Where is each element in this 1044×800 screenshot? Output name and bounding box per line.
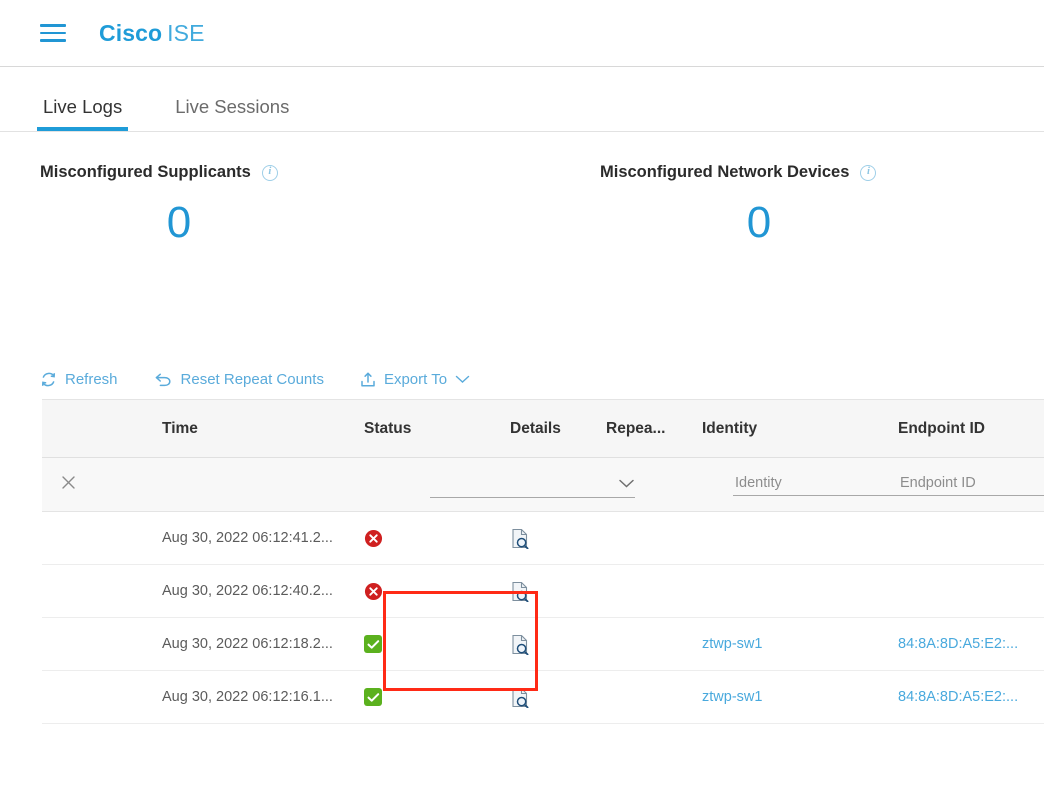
table-header-row: Time Status Details Repea... Identity En…	[42, 400, 1044, 458]
dashlet-title-text: Misconfigured Network Devices	[600, 163, 850, 181]
cell-details	[494, 528, 606, 549]
cell-identity[interactable]: ztwp-sw1	[702, 689, 898, 705]
export-to-button[interactable]: Export To	[360, 371, 478, 388]
undo-arrow-icon	[154, 371, 181, 388]
hamburger-bar	[40, 31, 66, 35]
identity-filter-input[interactable]	[733, 474, 898, 496]
column-header-details[interactable]: Details	[494, 420, 606, 438]
cell-time: Aug 30, 2022 06:12:18.2...	[162, 636, 333, 652]
dashlet-misconfigured-supplicants: Misconfigured Supplicants i 0	[0, 163, 600, 327]
refresh-label: Refresh	[65, 370, 118, 388]
details-report-icon[interactable]	[510, 581, 530, 602]
hamburger-bar	[40, 24, 66, 27]
cell-endpoint-id[interactable]: 84:8A:8D:A5:E2:...	[898, 636, 1044, 652]
app-brand-title: Cisco ISE	[99, 20, 205, 47]
details-report-icon[interactable]	[510, 634, 530, 655]
top-header-bar: Cisco ISE	[0, 0, 1044, 67]
refresh-icon	[40, 371, 65, 388]
reset-repeat-counts-label: Reset Repeat Counts	[180, 370, 324, 388]
dashlet-value: 0	[746, 198, 772, 247]
export-to-label: Export To	[383, 370, 448, 388]
filter-endpoint-cell	[898, 474, 1044, 496]
status-pass-icon	[364, 635, 382, 653]
dashlet-row: Misconfigured Supplicants i 0 Misconfigu…	[0, 132, 1044, 327]
status-fail-icon	[364, 529, 383, 548]
cell-details	[494, 634, 606, 655]
dashlet-value: 0	[166, 198, 192, 247]
details-report-icon[interactable]	[510, 528, 530, 549]
filter-status-select-wrap	[128, 472, 635, 498]
column-header-status[interactable]: Status	[342, 420, 494, 438]
status-pass-icon	[364, 688, 382, 706]
table-row[interactable]: Aug 30, 2022 06:12:18.2... ztwp-sw1 84:8…	[42, 618, 1044, 671]
cell-status	[342, 635, 494, 653]
brand-ise: ISE	[167, 19, 205, 46]
dashlet-title: Misconfigured Supplicants i	[40, 163, 600, 182]
table-row[interactable]: Aug 30, 2022 06:12:16.1... ztwp-sw1 84:8…	[42, 671, 1044, 724]
cell-status	[342, 582, 494, 601]
dashlet-title: Misconfigured Network Devices i	[600, 163, 918, 182]
column-header-endpoint-id[interactable]: Endpoint ID	[898, 420, 1044, 438]
cell-time: Aug 30, 2022 06:12:16.1...	[162, 689, 333, 705]
column-header-repeat[interactable]: Repea...	[606, 420, 702, 438]
status-fail-icon	[364, 582, 383, 601]
hamburger-menu-icon[interactable]	[40, 24, 66, 42]
table-toolbar: Refresh Reset Repeat Counts Export To	[0, 359, 1044, 399]
info-icon[interactable]: i	[261, 164, 278, 181]
endpoint-id-filter-input[interactable]	[898, 474, 1044, 496]
info-icon[interactable]: i	[860, 164, 877, 181]
brand-cisco: Cisco	[99, 19, 163, 46]
export-upload-icon	[360, 371, 384, 388]
chevron-down-icon	[455, 374, 478, 384]
chevron-down-icon	[618, 476, 635, 494]
page-root: Cisco ISE Live Logs Live Sessions Misconf…	[0, 0, 1044, 800]
tab-live-logs[interactable]: Live Logs	[36, 96, 129, 131]
hamburger-bar	[40, 39, 66, 42]
column-header-time[interactable]: Time	[102, 420, 342, 438]
refresh-button[interactable]: Refresh	[40, 371, 118, 388]
table-row[interactable]: Aug 30, 2022 06:12:40.2...	[42, 565, 1044, 618]
details-report-icon[interactable]	[510, 687, 530, 708]
cell-status	[342, 529, 494, 548]
dashlet-misconfigured-network-devices: Misconfigured Network Devices i 0	[600, 163, 918, 327]
live-logs-table: Time Status Details Repea... Identity En…	[42, 399, 1044, 724]
reset-repeat-counts-button[interactable]: Reset Repeat Counts	[154, 371, 324, 388]
tab-bar: Live Logs Live Sessions	[0, 67, 1044, 132]
tab-live-sessions[interactable]: Live Sessions	[172, 96, 292, 131]
cell-endpoint-id[interactable]: 84:8A:8D:A5:E2:...	[898, 689, 1044, 705]
filter-identity-cell	[733, 474, 898, 496]
cell-time: Aug 30, 2022 06:12:40.2...	[162, 583, 333, 599]
cell-status	[342, 688, 494, 706]
status-filter-select[interactable]	[429, 472, 635, 498]
cell-details	[494, 687, 606, 708]
cell-identity[interactable]: ztwp-sw1	[702, 636, 898, 652]
column-header-identity[interactable]: Identity	[702, 420, 898, 438]
cell-time: Aug 30, 2022 06:12:41.2...	[162, 530, 333, 546]
dashlet-title-text: Misconfigured Supplicants	[40, 163, 251, 181]
table-row[interactable]: Aug 30, 2022 06:12:41.2...	[42, 512, 1044, 565]
cell-details	[494, 581, 606, 602]
table-filter-row	[42, 458, 1044, 512]
clear-filters-cell	[42, 473, 78, 497]
close-x-icon[interactable]	[59, 475, 78, 496]
